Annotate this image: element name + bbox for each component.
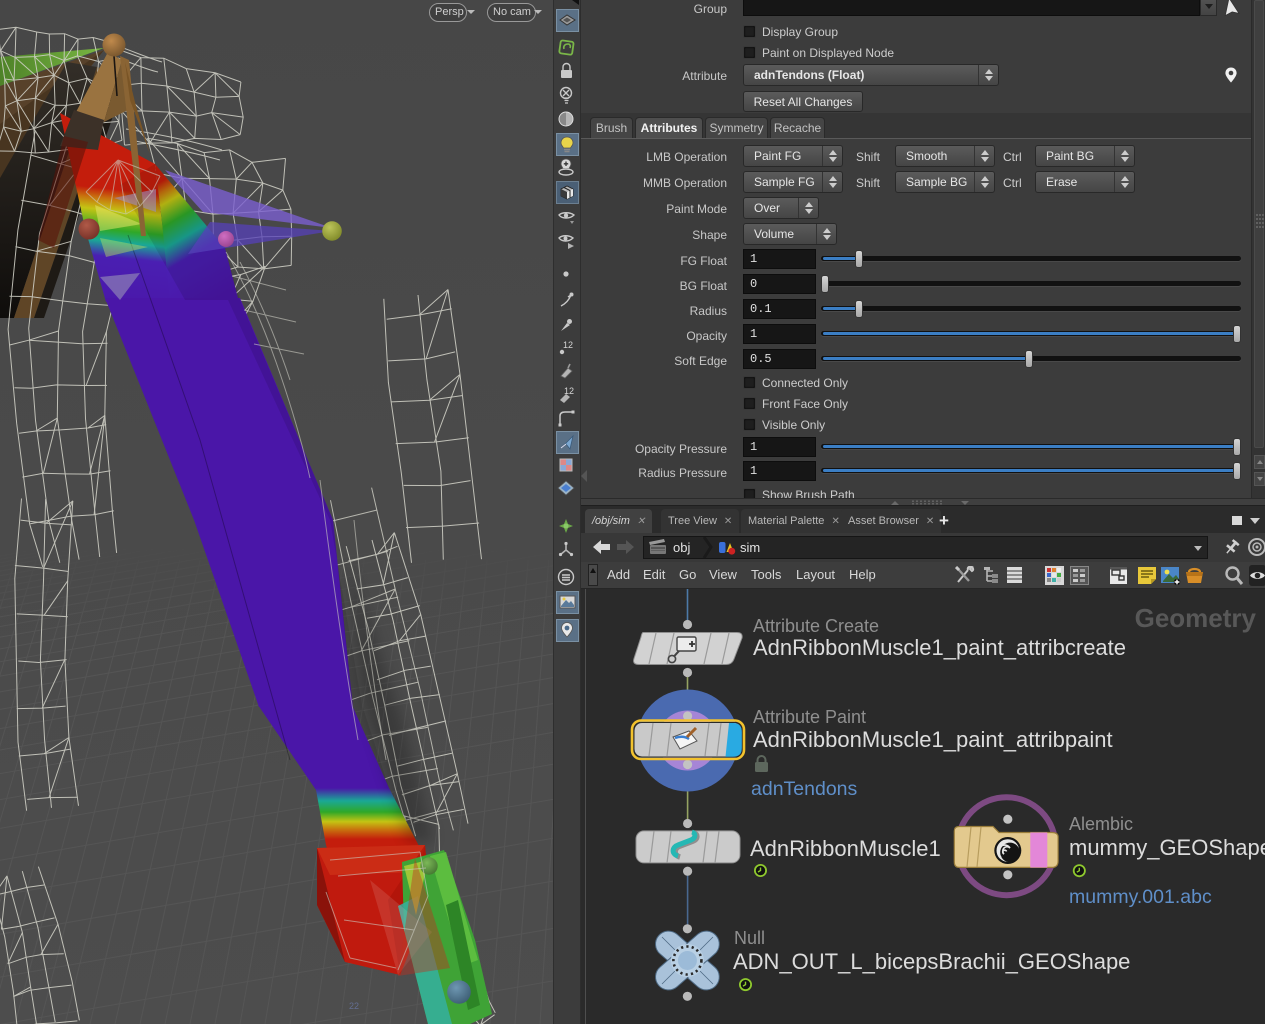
svg-text:22: 22 [349,1001,359,1011]
svg-text:12: 12 [563,340,573,350]
